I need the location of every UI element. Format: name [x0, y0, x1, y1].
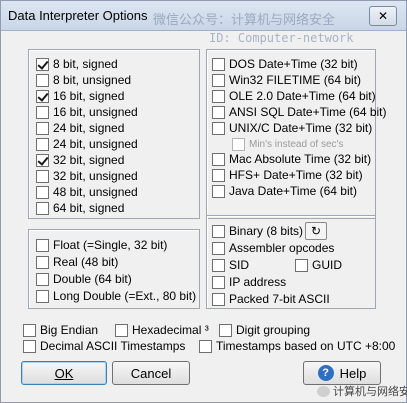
sid-checkbox[interactable]: SID: [212, 258, 249, 272]
help-icon: ?: [317, 365, 334, 381]
hexadecimal-checkbox[interactable]: Hexadecimal ³: [115, 323, 209, 337]
checkbox-box: [36, 169, 49, 183]
footer-watermark: 计算机与网络安全: [317, 383, 407, 399]
date-type-checkbox[interactable]: HFS+ Date+Time (32 bit): [212, 168, 363, 182]
checkbox-box: [219, 323, 232, 337]
integer-type-checkbox[interactable]: 64 bit, signed: [36, 201, 124, 215]
watermark-id: ID: Computer-network: [209, 31, 354, 45]
checkbox-box: [36, 185, 49, 199]
checkbox-box: [212, 57, 225, 71]
checkbox-box: [212, 241, 225, 255]
checkbox-box: [36, 255, 49, 269]
checkbox-box: [36, 121, 49, 135]
checkbox-box: [212, 121, 225, 135]
dialog-window: Data Interpreter Options 微信公众号：计算机与网络安全 …: [0, 0, 407, 403]
checkbox-box: [23, 323, 36, 337]
integer-type-checkbox[interactable]: 32 bit, signed: [36, 153, 124, 167]
close-button[interactable]: ✕: [369, 6, 397, 26]
checkbox-checked: [36, 89, 49, 103]
integer-type-checkbox[interactable]: 32 bit, unsigned: [36, 169, 138, 183]
float-type-checkbox[interactable]: Long Double (=Ext., 80 bit): [36, 289, 196, 303]
digit-grouping-checkbox[interactable]: Digit grouping: [219, 323, 310, 337]
watermark-text: 微信公众号：计算机与网络安全: [153, 12, 336, 27]
checkbox-box: [212, 258, 225, 272]
checkbox-checked: [36, 57, 49, 71]
integer-type-checkbox[interactable]: 16 bit, signed: [36, 89, 124, 103]
date-type-checkbox[interactable]: ANSI SQL Date+Time (64 bit): [212, 105, 387, 119]
checkbox-box: [212, 184, 225, 198]
date-type-checkbox[interactable]: UNIX/C Date+Time (32 bit): [212, 121, 372, 135]
checkbox-box: [36, 201, 49, 215]
checkbox-box: [199, 339, 212, 353]
wechat-icon: [317, 385, 330, 397]
integer-type-checkbox[interactable]: 24 bit, signed: [36, 121, 124, 135]
checkbox-box: [212, 292, 225, 306]
big-endian-checkbox[interactable]: Big Endian: [23, 323, 98, 337]
decimal-ascii-timestamps-checkbox[interactable]: Decimal ASCII Timestamps: [23, 339, 185, 353]
date-type-checkbox[interactable]: Win32 FILETIME (64 bit): [212, 73, 361, 87]
checkbox-box: [212, 105, 225, 119]
integer-type-checkbox[interactable]: 8 bit, signed: [36, 57, 118, 71]
ip-address-checkbox[interactable]: IP address: [212, 275, 286, 289]
checkbox-box: [115, 323, 128, 337]
assembler-opcodes-checkbox[interactable]: Assembler opcodes: [212, 241, 334, 255]
checkbox-box: [212, 152, 225, 166]
checkbox-box: [295, 258, 308, 272]
integer-type-checkbox[interactable]: 8 bit, unsigned: [36, 73, 131, 87]
integer-type-checkbox[interactable]: 48 bit, unsigned: [36, 185, 138, 199]
float-type-checkbox[interactable]: Real (48 bit): [36, 255, 118, 269]
close-icon: ✕: [377, 9, 389, 23]
guid-checkbox[interactable]: GUID: [295, 258, 342, 272]
checkbox-box: [36, 73, 49, 87]
dialog-title: Data Interpreter Options: [8, 8, 148, 23]
checkbox-box: [232, 137, 245, 151]
date-type-checkbox[interactable]: Mac Absolute Time (32 bit): [212, 152, 371, 166]
checkbox-checked: [36, 153, 49, 167]
packed-ascii-checkbox[interactable]: Packed 7-bit ASCII: [212, 292, 330, 306]
checkbox-box: [212, 168, 225, 182]
checkbox-box: [36, 289, 49, 303]
title-bar[interactable]: Data Interpreter Options 微信公众号：计算机与网络安全 …: [1, 1, 406, 31]
help-button[interactable]: ? Help: [303, 361, 381, 385]
refresh-icon: ↻: [310, 224, 322, 238]
ok-button[interactable]: OK: [21, 361, 107, 385]
date-type-checkbox[interactable]: Java Date+Time (64 bit): [212, 184, 357, 198]
checkbox-box: [23, 339, 36, 353]
checkbox-box: [36, 272, 49, 286]
integer-type-checkbox[interactable]: 24 bit, unsigned: [36, 137, 138, 151]
utc-timestamps-checkbox[interactable]: Timestamps based on UTC +8:00: [199, 339, 395, 353]
date-type-checkbox: Min's instead of sec's: [232, 137, 343, 151]
checkbox-box: [36, 238, 49, 252]
integer-type-checkbox[interactable]: 16 bit, unsigned: [36, 105, 138, 119]
date-type-checkbox[interactable]: DOS Date+Time (32 bit): [212, 57, 358, 71]
date-type-checkbox[interactable]: OLE 2.0 Date+Time (64 bit): [212, 89, 376, 103]
float-type-checkbox[interactable]: Double (64 bit): [36, 272, 132, 286]
cancel-button[interactable]: Cancel: [112, 361, 190, 385]
checkbox-box: [36, 137, 49, 151]
checkbox-box: [212, 73, 225, 87]
refresh-button[interactable]: ↻: [305, 222, 327, 240]
checkbox-box: [212, 275, 225, 289]
binary-checkbox[interactable]: Binary (8 bits): [212, 224, 303, 238]
checkbox-box: [212, 224, 225, 238]
float-type-checkbox[interactable]: Float (=Single, 32 bit): [36, 238, 167, 252]
checkbox-box: [36, 105, 49, 119]
checkbox-box: [212, 89, 225, 103]
